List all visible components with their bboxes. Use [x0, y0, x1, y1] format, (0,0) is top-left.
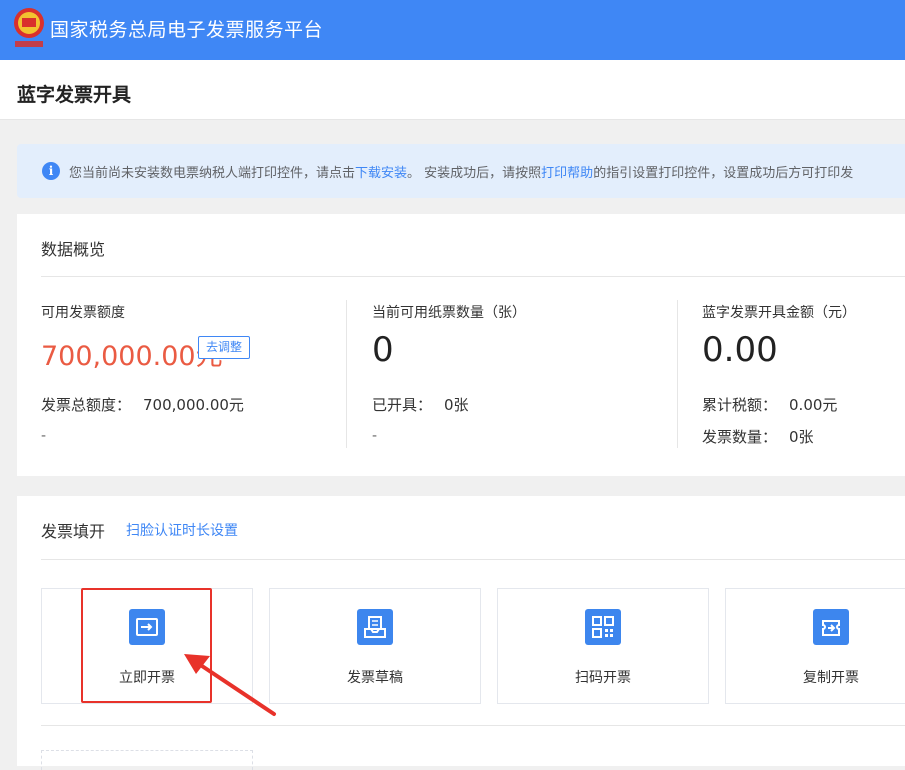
tax-emblem-icon	[14, 8, 44, 47]
invoice-draft-tile[interactable]: 发票草稿	[269, 588, 481, 704]
notice-text-part: 的指引设置打印控件，设置成功后方可打印发	[593, 166, 854, 181]
fill-heading: 发票填开	[41, 522, 106, 541]
notice-text: 您当前尚未安装数电票纳税人端打印控件，请点击下载安装。 安装成功后，请按照打印帮…	[69, 162, 853, 181]
paper-invoice-stat: 当前可用纸票数量（张） 0 已开具： 0张 -	[372, 302, 672, 452]
draft-tray-icon	[357, 609, 393, 645]
paper-invoice-label: 当前可用纸票数量（张）	[372, 305, 526, 321]
dashed-tile-stub	[41, 750, 253, 770]
notice-text-part: 您当前尚未安装数电票纳税人端打印控件，请点击	[69, 166, 356, 181]
invoice-fill-card: 发票填开 扫脸认证时长设置 立即开票 发票草稿 扫码开票 复制开票	[17, 496, 905, 766]
paper-invoice-value: 0	[372, 330, 394, 370]
tile-label: 发票草稿	[347, 670, 403, 686]
total-quota-value: 700,000.00元	[143, 396, 244, 414]
info-icon: i	[42, 162, 60, 180]
column-divider	[346, 300, 347, 448]
available-quota-value: 700,000.00元	[41, 341, 223, 372]
download-install-link[interactable]: 下载安装	[355, 166, 407, 181]
qr-code-icon	[585, 609, 621, 645]
invoice-count-value: 0张	[789, 428, 814, 446]
overview-heading: 数据概览	[41, 240, 106, 259]
data-overview-card: 数据概览 可用发票额度 700,000.00元 去调整 发票总额度： 700,00…	[17, 214, 905, 476]
print-help-link[interactable]: 打印帮助	[541, 166, 593, 181]
copy-invoice-tile[interactable]: 复制开票	[725, 588, 905, 704]
issued-label: 已开具：	[372, 396, 433, 414]
total-quota-line: 发票总额度： 700,000.00元	[41, 394, 244, 415]
app-title: 国家税务总局电子发票服务平台	[50, 19, 324, 41]
available-quota-label: 可用发票额度	[41, 305, 125, 321]
red-arrow-annotation	[184, 654, 276, 716]
total-quota-label: 发票总额度：	[41, 396, 132, 414]
page-title: 蓝字发票开具	[17, 84, 132, 106]
placeholder-dash: -	[372, 428, 378, 444]
placeholder-dash: -	[41, 428, 47, 444]
divider	[41, 276, 905, 277]
face-auth-duration-link[interactable]: 扫脸认证时长设置	[126, 520, 238, 540]
invoice-count-label: 发票数量：	[702, 428, 778, 446]
available-quota-stat: 可用发票额度 700,000.00元 去调整 发票总额度： 700,000.00元…	[41, 302, 341, 452]
invoice-count-line: 发票数量： 0张	[702, 426, 814, 447]
blue-invoice-amount-label: 蓝字发票开具金额（元）	[702, 305, 856, 321]
tile-label: 复制开票	[803, 670, 859, 686]
notice-text-part: 。 安装成功后，请按照	[407, 166, 542, 181]
column-divider	[677, 300, 678, 448]
issued-value: 0张	[444, 396, 469, 414]
adjust-quota-button[interactable]: 去调整	[198, 336, 250, 359]
blue-invoice-amount-stat: 蓝字发票开具金额（元） 0.00 累计税额： 0.00元 发票数量： 0张	[702, 302, 905, 452]
divider	[41, 559, 905, 560]
top-bar: 国家税务总局电子发票服务平台	[0, 0, 905, 60]
cumulative-tax-line: 累计税额： 0.00元	[702, 394, 837, 415]
copy-ticket-icon	[813, 609, 849, 645]
tile-label: 扫码开票	[575, 670, 631, 686]
blue-invoice-amount-value: 0.00	[702, 330, 778, 370]
page-header: 蓝字发票开具	[0, 60, 905, 120]
scan-invoice-tile[interactable]: 扫码开票	[497, 588, 709, 704]
notice-banner: i 您当前尚未安装数电票纳税人端打印控件，请点击下载安装。 安装成功后，请按照打…	[17, 144, 905, 198]
divider	[41, 725, 905, 726]
cumulative-tax-label: 累计税额：	[702, 396, 778, 414]
issue-now-icon	[129, 609, 165, 645]
cumulative-tax-value: 0.00元	[789, 396, 838, 414]
issued-line: 已开具： 0张	[372, 394, 469, 415]
